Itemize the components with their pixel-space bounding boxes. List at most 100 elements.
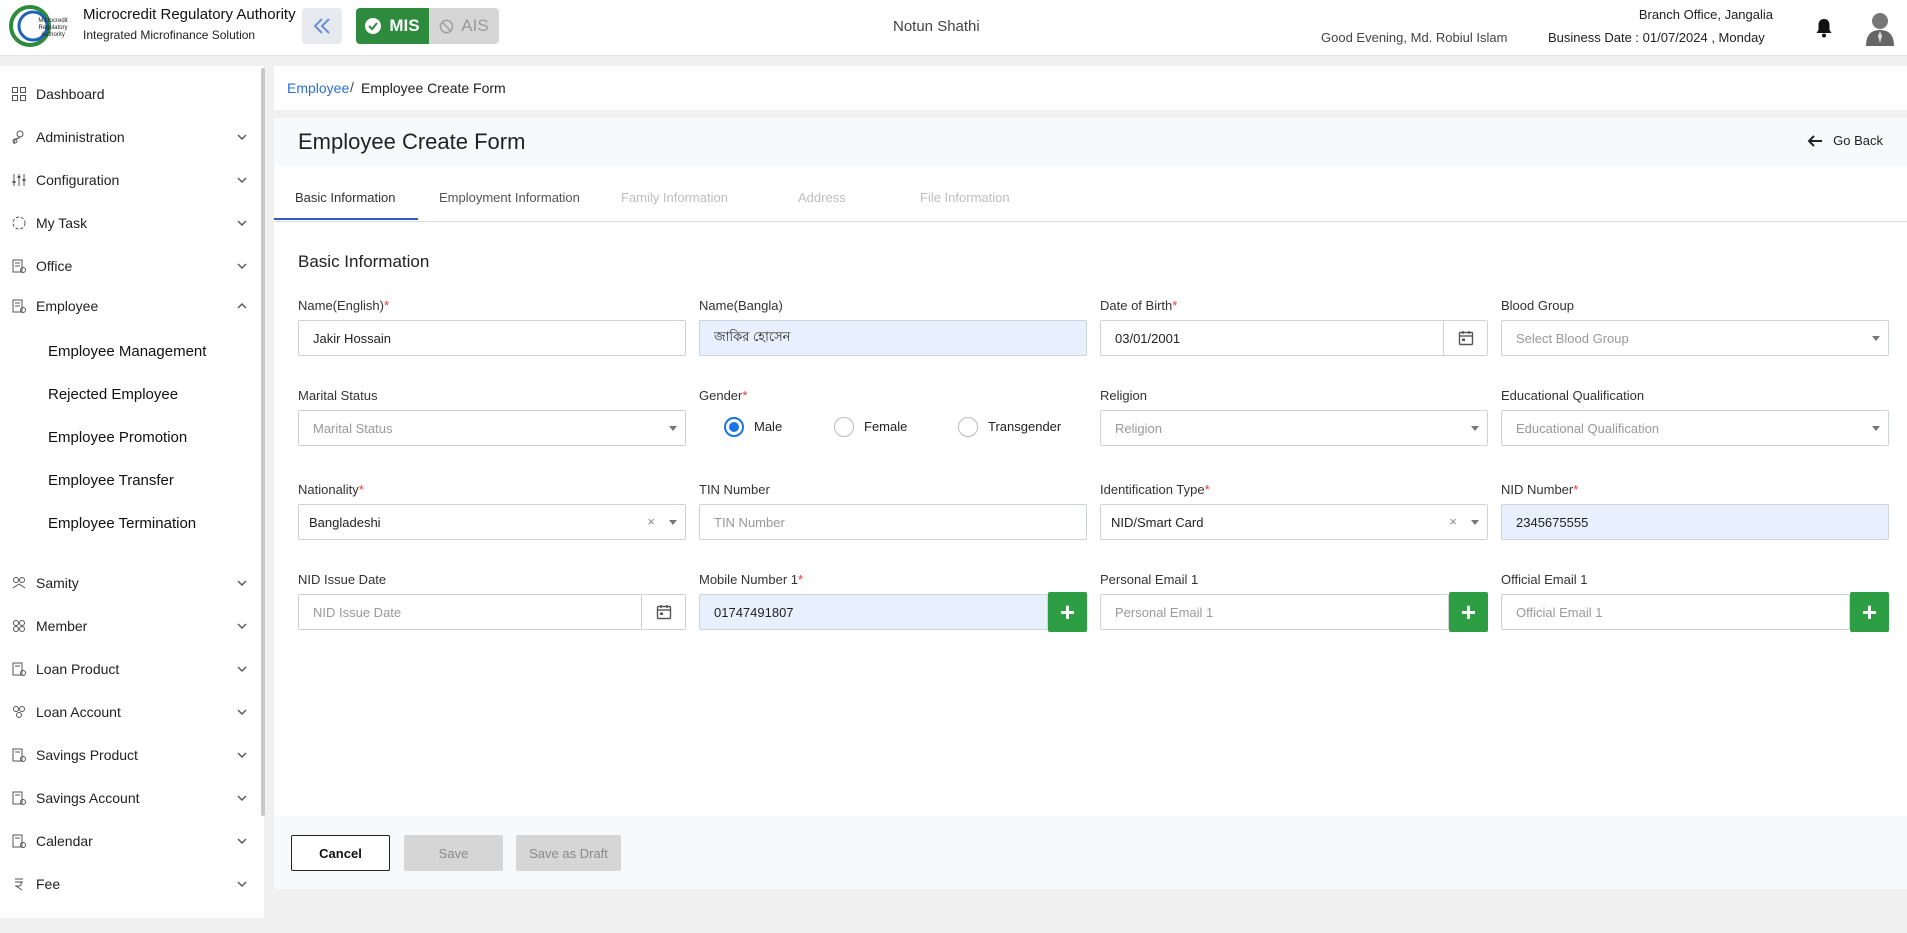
mis-toggle-button[interactable]: MIS	[356, 8, 429, 44]
tab-address[interactable]: Address	[798, 190, 846, 205]
sidebar-label: Fee	[36, 876, 61, 892]
sidebar-item-calendar[interactable]: Calendar	[0, 823, 258, 859]
sidebar-label: Savings Account	[36, 790, 140, 806]
marital-status-select[interactable]: Marital Status	[298, 410, 686, 446]
blood-group-select[interactable]: Select Blood Group	[1501, 320, 1889, 356]
mis-label: MIS	[389, 16, 420, 35]
identification-type-select[interactable]: NID/Smart Card ×	[1100, 504, 1488, 540]
go-back-button[interactable]: Go Back	[1807, 133, 1883, 148]
plus-icon: +	[1861, 597, 1878, 627]
section-title: Basic Information	[298, 252, 430, 271]
clear-identification-type-icon[interactable]: ×	[1449, 514, 1457, 529]
save-as-draft-button[interactable]: Save as Draft	[516, 835, 621, 871]
chevron-down-icon	[237, 795, 247, 801]
ais-toggle-button[interactable]: AIS	[429, 8, 499, 44]
sidebar-label: Employee	[36, 298, 99, 314]
sidebar-item-loan-account[interactable]: Loan Account	[0, 694, 258, 730]
sidebar-subitem-employee-termination[interactable]: Employee Termination	[48, 515, 196, 532]
employee-icon	[12, 299, 26, 313]
gender-radio-male[interactable]	[724, 417, 744, 437]
arrow-left-icon	[1807, 134, 1823, 147]
nid-issue-date-input[interactable]: NID Issue Date	[298, 594, 686, 630]
greeting-text: Good Evening, Md. Robiul Islam	[1321, 30, 1508, 45]
chevron-up-icon	[237, 303, 247, 309]
sidebar-item-savings-account[interactable]: Savings Account	[0, 780, 258, 816]
plus-icon: +	[1059, 597, 1076, 627]
tab-basic-information[interactable]: Basic Information	[295, 190, 395, 205]
calendar-icon	[1458, 331, 1473, 346]
nid-issue-date-calendar-button[interactable]	[641, 595, 685, 629]
chevron-down-icon	[237, 838, 247, 844]
save-button[interactable]: Save	[404, 835, 503, 871]
gender-radio-female[interactable]	[834, 417, 854, 437]
sidebar-label: Configuration	[36, 172, 120, 188]
tab-family-information[interactable]: Family Information	[621, 190, 728, 205]
sidebar-item-loan-product[interactable]: Loan Product	[0, 651, 258, 687]
user-avatar-icon[interactable]	[1864, 10, 1896, 46]
sidebar-subitem-employee-promotion[interactable]: Employee Promotion	[48, 429, 187, 446]
gender-label: Gender*	[699, 388, 748, 403]
chevron-down-icon	[237, 752, 247, 758]
form-actions-bar: Cancel Save Save as Draft	[274, 816, 1907, 889]
tab-employment-information[interactable]: Employment Information	[439, 190, 580, 205]
sidebar-item-samity[interactable]: Samity	[0, 565, 258, 601]
bell-icon[interactable]	[1814, 17, 1834, 39]
tab-bar: Basic Information Employment Information…	[274, 166, 1907, 222]
name-english-input[interactable]: Jakir Hossain	[298, 320, 686, 356]
official-email-input[interactable]: Official Email 1	[1501, 594, 1850, 630]
sidebar-scrollbar[interactable]	[261, 68, 265, 816]
tin-number-label: TIN Number	[699, 482, 770, 497]
date-of-birth-calendar-button[interactable]	[1443, 321, 1487, 355]
sidebar-item-member[interactable]: Member	[0, 608, 258, 644]
blood-group-label: Blood Group	[1501, 298, 1574, 313]
calendar-icon	[656, 605, 671, 620]
gender-radio-transgender[interactable]	[958, 417, 978, 437]
add-official-email-button[interactable]: +	[1850, 592, 1889, 632]
tab-file-information[interactable]: File Information	[920, 190, 1010, 205]
chevron-down-icon	[237, 580, 247, 586]
name-bangla-input[interactable]: জাকির হোসেন	[699, 320, 1087, 356]
personal-email-label: Personal Email 1	[1100, 572, 1199, 587]
add-mobile-number-button[interactable]: +	[1048, 592, 1087, 632]
nid-number-input[interactable]: 2345675555	[1501, 504, 1889, 540]
religion-select[interactable]: Religion	[1100, 410, 1488, 446]
collapse-sidebar-button[interactable]	[302, 8, 342, 44]
sidebar-item-employee[interactable]: Employee	[0, 288, 258, 324]
personal-email-input[interactable]: Personal Email 1	[1100, 594, 1449, 630]
date-of-birth-input[interactable]: 03/01/2001	[1100, 320, 1488, 356]
dashboard-icon	[12, 87, 26, 101]
official-email-placeholder: Official Email 1	[1516, 604, 1603, 620]
member-icon	[13, 620, 25, 632]
mobile-number-input[interactable]: 01747491807	[699, 594, 1048, 630]
official-email-label: Official Email 1	[1501, 572, 1588, 587]
clear-nationality-icon[interactable]: ×	[647, 514, 655, 529]
form-card: Basic Information Employment Information…	[274, 166, 1907, 816]
office-icon	[12, 259, 26, 273]
sidebar-item-my-task[interactable]: My Task	[0, 205, 258, 241]
chevron-down-icon	[237, 220, 247, 226]
tin-number-input[interactable]: TIN Number	[699, 504, 1087, 540]
sidebar-subitem-employee-transfer[interactable]: Employee Transfer	[48, 472, 174, 489]
sidebar-subitem-rejected-employee[interactable]: Rejected Employee	[48, 386, 178, 403]
sidebar-item-fee[interactable]: Fee	[0, 866, 258, 902]
sidebar-item-configuration[interactable]: Configuration	[0, 162, 258, 198]
sidebar-item-office[interactable]: Office	[0, 248, 258, 284]
breadcrumb-separator: /	[350, 79, 354, 95]
business-date: Business Date : 01/07/2024 , Monday	[1548, 30, 1765, 45]
sidebar-subitem-employee-management[interactable]: Employee Management	[48, 343, 206, 360]
ban-icon	[439, 19, 454, 33]
cancel-button[interactable]: Cancel	[291, 835, 390, 871]
samity-icon	[12, 577, 26, 589]
educational-qualification-select[interactable]: Educational Qualification	[1501, 410, 1889, 446]
sidebar-label: Member	[36, 618, 88, 634]
sidebar-item-dashboard[interactable]: Dashboard	[0, 76, 258, 112]
add-personal-email-button[interactable]: +	[1449, 592, 1488, 632]
sidebar-item-administration[interactable]: Administration	[0, 119, 258, 155]
breadcrumb-link-employee[interactable]: Employee	[287, 80, 349, 96]
sidebar-label: Administration	[36, 129, 125, 145]
brand-title: Microcredit Regulatory Authority	[83, 6, 296, 23]
marital-status-placeholder: Marital Status	[313, 420, 393, 436]
sidebar-item-savings-product[interactable]: Savings Product	[0, 737, 258, 773]
chevron-down-icon	[237, 666, 247, 672]
nationality-select[interactable]: Bangladeshi ×	[298, 504, 686, 540]
